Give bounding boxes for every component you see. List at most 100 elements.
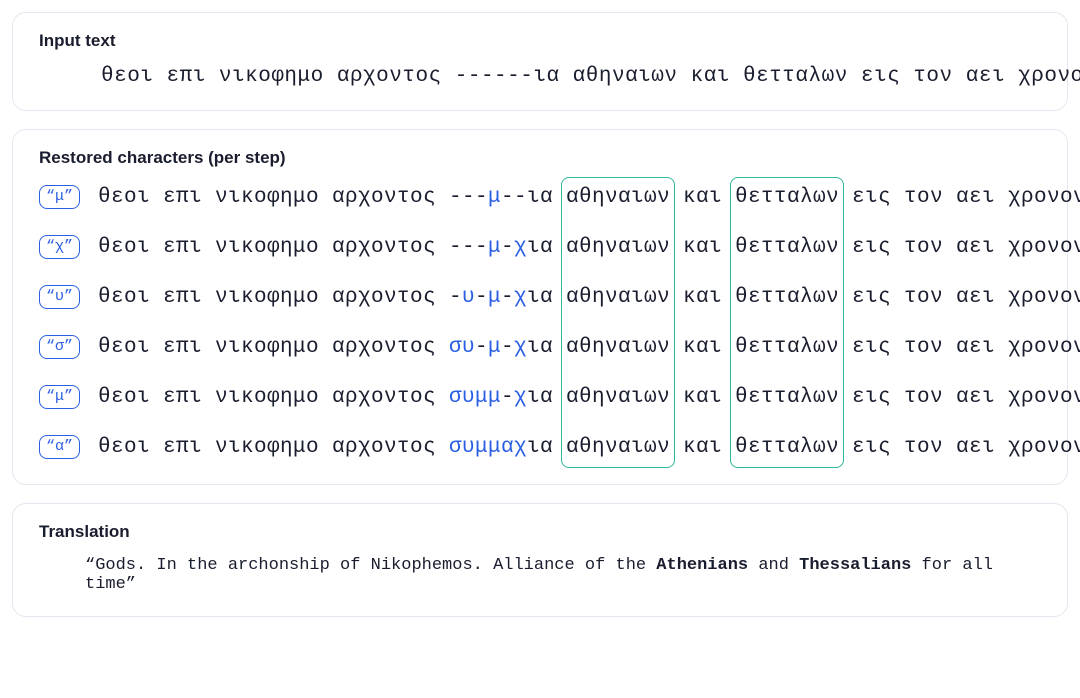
- char: ι: [709, 236, 722, 259]
- char: ο: [306, 186, 319, 209]
- char: π: [176, 236, 189, 259]
- char: ι: [137, 336, 150, 359]
- char: κ: [241, 236, 254, 259]
- char: ε: [748, 186, 761, 209]
- char: φ: [267, 236, 280, 259]
- char: ε: [852, 336, 865, 359]
- char: ι: [709, 336, 722, 359]
- char: ν: [215, 336, 228, 359]
- char: ο: [917, 286, 930, 309]
- char: ε: [111, 386, 124, 409]
- char: ν: [605, 386, 618, 409]
- char: ο: [917, 436, 930, 459]
- char: ε: [748, 336, 761, 359]
- restored-title: Restored characters (per step): [39, 148, 1041, 168]
- char: α: [956, 386, 969, 409]
- char: μ: [293, 386, 306, 409]
- char: π: [176, 336, 189, 359]
- char: α: [696, 286, 709, 309]
- char: ε: [748, 386, 761, 409]
- char: α: [566, 236, 579, 259]
- char: ν: [605, 286, 618, 309]
- char: ρ: [1021, 336, 1034, 359]
- char: ε: [111, 286, 124, 309]
- char: ρ: [1021, 286, 1034, 309]
- char: ε: [969, 436, 982, 459]
- char: μ: [293, 336, 306, 359]
- char: ι: [865, 386, 878, 409]
- char: μ: [293, 236, 306, 259]
- char: -: [449, 236, 462, 259]
- char: κ: [683, 236, 696, 259]
- char: ς: [878, 436, 891, 459]
- char: λ: [800, 186, 813, 209]
- char: ι: [982, 186, 995, 209]
- char: ω: [644, 336, 657, 359]
- char: ι: [137, 286, 150, 309]
- char: -: [501, 336, 514, 359]
- char: -: [449, 186, 462, 209]
- step-line: θεοι επι νικοφημο αρχοντος ---μ-χια αθην…: [98, 236, 1080, 259]
- char: ε: [111, 236, 124, 259]
- char: τ: [397, 236, 410, 259]
- char: θ: [735, 436, 748, 459]
- step-row: “χ”θεοι επι νικοφημο αρχοντος ---μ-χια α…: [39, 232, 1041, 262]
- char: ν: [930, 286, 943, 309]
- char: ο: [254, 386, 267, 409]
- char: κ: [683, 436, 696, 459]
- char: λ: [800, 386, 813, 409]
- char: ν: [1073, 436, 1080, 459]
- char: ν: [1047, 336, 1060, 359]
- step-row: “σ”θεοι επι νικοφημο αρχοντος συ-μ-χια α…: [39, 332, 1041, 362]
- char: ν: [657, 186, 670, 209]
- char: υ: [462, 386, 475, 409]
- char: ο: [1060, 436, 1073, 459]
- char: χ: [514, 436, 527, 459]
- char: τ: [774, 336, 787, 359]
- char: α: [696, 336, 709, 359]
- char: ω: [813, 336, 826, 359]
- char: ς: [423, 336, 436, 359]
- step-chip: “χ”: [39, 235, 80, 259]
- char: ς: [878, 386, 891, 409]
- char: λ: [800, 286, 813, 309]
- char: ο: [1034, 436, 1047, 459]
- char: α: [696, 436, 709, 459]
- char: ω: [644, 236, 657, 259]
- char: ε: [969, 286, 982, 309]
- char: ο: [917, 186, 930, 209]
- char: ο: [124, 386, 137, 409]
- char: ς: [878, 286, 891, 309]
- char: ο: [1060, 336, 1073, 359]
- char: ι: [228, 386, 241, 409]
- char: μ: [488, 336, 501, 359]
- char: ρ: [345, 236, 358, 259]
- char: τ: [397, 186, 410, 209]
- char: ο: [306, 236, 319, 259]
- char: θ: [735, 186, 748, 209]
- char: χ: [1008, 336, 1021, 359]
- char: α: [501, 436, 514, 459]
- char: α: [787, 436, 800, 459]
- char: π: [176, 286, 189, 309]
- char: ο: [1034, 286, 1047, 309]
- char: ο: [124, 186, 137, 209]
- char: τ: [904, 186, 917, 209]
- char: ν: [384, 286, 397, 309]
- char: ο: [254, 436, 267, 459]
- char: -: [475, 186, 488, 209]
- step-line: θεοι επι νικοφημο αρχοντος ---μ--ια αθην…: [98, 186, 1080, 209]
- char: ι: [982, 436, 995, 459]
- step-row: “μ”θεοι επι νικοφημο αρχοντος ---μ--ια α…: [39, 182, 1041, 212]
- char: α: [787, 286, 800, 309]
- char: η: [280, 186, 293, 209]
- char: κ: [241, 286, 254, 309]
- char: ω: [644, 186, 657, 209]
- char: ι: [865, 286, 878, 309]
- char: ο: [1060, 386, 1073, 409]
- char: η: [592, 386, 605, 409]
- char: α: [787, 336, 800, 359]
- char: ο: [124, 436, 137, 459]
- char: ο: [254, 186, 267, 209]
- char: θ: [735, 286, 748, 309]
